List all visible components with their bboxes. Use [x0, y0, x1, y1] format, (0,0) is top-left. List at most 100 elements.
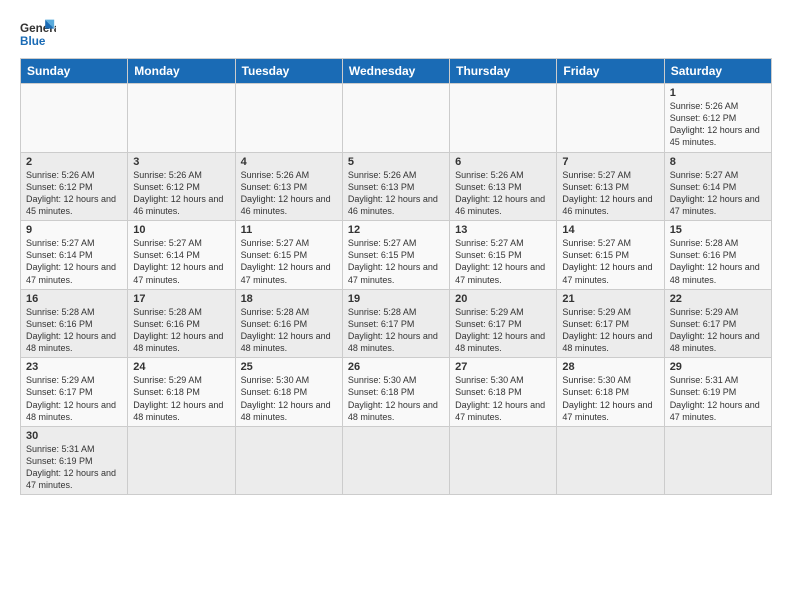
day-number: 12: [348, 224, 444, 236]
calendar-day-cell: 9Sunrise: 5:27 AM Sunset: 6:14 PM Daylig…: [21, 221, 128, 290]
calendar-day-cell: 20Sunrise: 5:29 AM Sunset: 6:17 PM Dayli…: [450, 289, 557, 358]
calendar-day-cell: 15Sunrise: 5:28 AM Sunset: 6:16 PM Dayli…: [664, 221, 771, 290]
calendar-day-cell: 18Sunrise: 5:28 AM Sunset: 6:16 PM Dayli…: [235, 289, 342, 358]
calendar-header-row: SundayMondayTuesdayWednesdayThursdayFrid…: [21, 59, 772, 84]
day-sun-info: Sunrise: 5:30 AM Sunset: 6:18 PM Dayligh…: [348, 374, 444, 423]
day-number: 27: [455, 361, 551, 373]
calendar-week-row: 30Sunrise: 5:31 AM Sunset: 6:19 PM Dayli…: [21, 426, 772, 495]
calendar-week-row: 1Sunrise: 5:26 AM Sunset: 6:12 PM Daylig…: [21, 84, 772, 153]
calendar-day-cell: 19Sunrise: 5:28 AM Sunset: 6:17 PM Dayli…: [342, 289, 449, 358]
day-number: 21: [562, 293, 658, 305]
day-number: 13: [455, 224, 551, 236]
day-number: 30: [26, 430, 122, 442]
calendar-day-cell: [450, 426, 557, 495]
calendar-day-cell: 7Sunrise: 5:27 AM Sunset: 6:13 PM Daylig…: [557, 152, 664, 221]
calendar-day-cell: 16Sunrise: 5:28 AM Sunset: 6:16 PM Dayli…: [21, 289, 128, 358]
day-sun-info: Sunrise: 5:30 AM Sunset: 6:18 PM Dayligh…: [455, 374, 551, 423]
day-sun-info: Sunrise: 5:28 AM Sunset: 6:16 PM Dayligh…: [670, 237, 766, 286]
day-sun-info: Sunrise: 5:27 AM Sunset: 6:15 PM Dayligh…: [241, 237, 337, 286]
day-number: 20: [455, 293, 551, 305]
calendar-day-cell: 13Sunrise: 5:27 AM Sunset: 6:15 PM Dayli…: [450, 221, 557, 290]
day-number: 8: [670, 156, 766, 168]
day-of-week-header: Sunday: [21, 59, 128, 84]
calendar-day-cell: 30Sunrise: 5:31 AM Sunset: 6:19 PM Dayli…: [21, 426, 128, 495]
calendar-day-cell: 29Sunrise: 5:31 AM Sunset: 6:19 PM Dayli…: [664, 358, 771, 427]
day-sun-info: Sunrise: 5:29 AM Sunset: 6:18 PM Dayligh…: [133, 374, 229, 423]
day-sun-info: Sunrise: 5:27 AM Sunset: 6:15 PM Dayligh…: [562, 237, 658, 286]
header-area: General Blue: [20, 16, 772, 52]
day-number: 14: [562, 224, 658, 236]
day-of-week-header: Saturday: [664, 59, 771, 84]
day-number: 17: [133, 293, 229, 305]
day-number: 24: [133, 361, 229, 373]
calendar-day-cell: [21, 84, 128, 153]
day-sun-info: Sunrise: 5:26 AM Sunset: 6:13 PM Dayligh…: [455, 169, 551, 218]
day-sun-info: Sunrise: 5:27 AM Sunset: 6:13 PM Dayligh…: [562, 169, 658, 218]
calendar-day-cell: 22Sunrise: 5:29 AM Sunset: 6:17 PM Dayli…: [664, 289, 771, 358]
calendar-page: General Blue SundayMondayTuesdayWednesda…: [0, 0, 792, 612]
day-number: 19: [348, 293, 444, 305]
day-sun-info: Sunrise: 5:28 AM Sunset: 6:16 PM Dayligh…: [26, 306, 122, 355]
calendar-week-row: 2Sunrise: 5:26 AM Sunset: 6:12 PM Daylig…: [21, 152, 772, 221]
calendar-day-cell: 10Sunrise: 5:27 AM Sunset: 6:14 PM Dayli…: [128, 221, 235, 290]
calendar-day-cell: 21Sunrise: 5:29 AM Sunset: 6:17 PM Dayli…: [557, 289, 664, 358]
day-sun-info: Sunrise: 5:27 AM Sunset: 6:14 PM Dayligh…: [26, 237, 122, 286]
calendar-day-cell: 14Sunrise: 5:27 AM Sunset: 6:15 PM Dayli…: [557, 221, 664, 290]
day-number: 11: [241, 224, 337, 236]
svg-text:Blue: Blue: [20, 35, 46, 48]
calendar-day-cell: [450, 84, 557, 153]
day-sun-info: Sunrise: 5:28 AM Sunset: 6:16 PM Dayligh…: [133, 306, 229, 355]
day-number: 29: [670, 361, 766, 373]
calendar-day-cell: 1Sunrise: 5:26 AM Sunset: 6:12 PM Daylig…: [664, 84, 771, 153]
day-number: 26: [348, 361, 444, 373]
day-sun-info: Sunrise: 5:26 AM Sunset: 6:13 PM Dayligh…: [348, 169, 444, 218]
calendar-day-cell: 17Sunrise: 5:28 AM Sunset: 6:16 PM Dayli…: [128, 289, 235, 358]
day-sun-info: Sunrise: 5:29 AM Sunset: 6:17 PM Dayligh…: [455, 306, 551, 355]
calendar-day-cell: [664, 426, 771, 495]
calendar-day-cell: 4Sunrise: 5:26 AM Sunset: 6:13 PM Daylig…: [235, 152, 342, 221]
day-number: 16: [26, 293, 122, 305]
day-number: 3: [133, 156, 229, 168]
day-sun-info: Sunrise: 5:27 AM Sunset: 6:15 PM Dayligh…: [455, 237, 551, 286]
day-sun-info: Sunrise: 5:29 AM Sunset: 6:17 PM Dayligh…: [26, 374, 122, 423]
calendar-day-cell: 2Sunrise: 5:26 AM Sunset: 6:12 PM Daylig…: [21, 152, 128, 221]
day-number: 15: [670, 224, 766, 236]
day-sun-info: Sunrise: 5:26 AM Sunset: 6:12 PM Dayligh…: [670, 100, 766, 149]
generalblue-logo-icon: General Blue: [20, 16, 56, 52]
day-number: 4: [241, 156, 337, 168]
day-sun-info: Sunrise: 5:29 AM Sunset: 6:17 PM Dayligh…: [562, 306, 658, 355]
day-number: 1: [670, 87, 766, 99]
calendar-day-cell: 25Sunrise: 5:30 AM Sunset: 6:18 PM Dayli…: [235, 358, 342, 427]
calendar-day-cell: 24Sunrise: 5:29 AM Sunset: 6:18 PM Dayli…: [128, 358, 235, 427]
calendar-day-cell: [342, 426, 449, 495]
day-number: 7: [562, 156, 658, 168]
calendar-day-cell: 28Sunrise: 5:30 AM Sunset: 6:18 PM Dayli…: [557, 358, 664, 427]
day-number: 9: [26, 224, 122, 236]
day-sun-info: Sunrise: 5:30 AM Sunset: 6:18 PM Dayligh…: [241, 374, 337, 423]
calendar-day-cell: 26Sunrise: 5:30 AM Sunset: 6:18 PM Dayli…: [342, 358, 449, 427]
day-sun-info: Sunrise: 5:29 AM Sunset: 6:17 PM Dayligh…: [670, 306, 766, 355]
calendar-day-cell: 27Sunrise: 5:30 AM Sunset: 6:18 PM Dayli…: [450, 358, 557, 427]
day-sun-info: Sunrise: 5:27 AM Sunset: 6:14 PM Dayligh…: [670, 169, 766, 218]
calendar-week-row: 16Sunrise: 5:28 AM Sunset: 6:16 PM Dayli…: [21, 289, 772, 358]
calendar-day-cell: 5Sunrise: 5:26 AM Sunset: 6:13 PM Daylig…: [342, 152, 449, 221]
calendar-day-cell: [235, 426, 342, 495]
day-sun-info: Sunrise: 5:28 AM Sunset: 6:17 PM Dayligh…: [348, 306, 444, 355]
day-number: 28: [562, 361, 658, 373]
calendar-day-cell: 23Sunrise: 5:29 AM Sunset: 6:17 PM Dayli…: [21, 358, 128, 427]
calendar-day-cell: 11Sunrise: 5:27 AM Sunset: 6:15 PM Dayli…: [235, 221, 342, 290]
day-sun-info: Sunrise: 5:26 AM Sunset: 6:12 PM Dayligh…: [26, 169, 122, 218]
calendar-week-row: 23Sunrise: 5:29 AM Sunset: 6:17 PM Dayli…: [21, 358, 772, 427]
day-sun-info: Sunrise: 5:27 AM Sunset: 6:14 PM Dayligh…: [133, 237, 229, 286]
calendar-day-cell: 3Sunrise: 5:26 AM Sunset: 6:12 PM Daylig…: [128, 152, 235, 221]
day-sun-info: Sunrise: 5:26 AM Sunset: 6:12 PM Dayligh…: [133, 169, 229, 218]
day-of-week-header: Monday: [128, 59, 235, 84]
day-sun-info: Sunrise: 5:31 AM Sunset: 6:19 PM Dayligh…: [670, 374, 766, 423]
day-number: 18: [241, 293, 337, 305]
calendar-day-cell: [557, 426, 664, 495]
day-sun-info: Sunrise: 5:28 AM Sunset: 6:16 PM Dayligh…: [241, 306, 337, 355]
day-number: 2: [26, 156, 122, 168]
day-of-week-header: Friday: [557, 59, 664, 84]
calendar-day-cell: [342, 84, 449, 153]
day-number: 23: [26, 361, 122, 373]
